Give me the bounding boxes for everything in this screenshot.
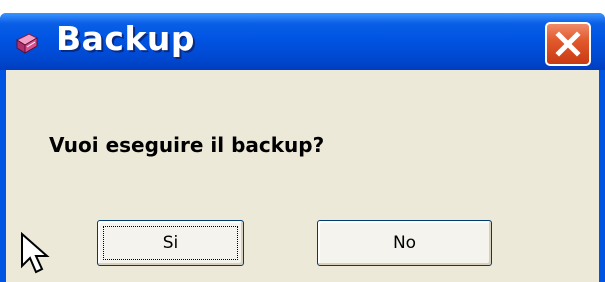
close-icon <box>555 31 581 57</box>
close-button[interactable] <box>545 22 591 66</box>
no-button-label: No <box>392 233 417 253</box>
backup-app-icon <box>14 32 40 56</box>
yes-button[interactable]: Si <box>97 220 244 266</box>
title-bar[interactable]: Backup <box>0 13 605 70</box>
no-button[interactable]: No <box>317 220 492 266</box>
dialog-window: Backup Vuoi eseguire il backup? Si No <box>0 13 605 282</box>
arrow-cursor-icon <box>20 231 50 280</box>
dialog-message: Vuoi eseguire il backup? <box>49 133 325 157</box>
window-title: Backup <box>56 19 196 58</box>
focus-ring <box>103 226 238 260</box>
dialog-body: Vuoi eseguire il backup? Si No <box>6 70 599 282</box>
